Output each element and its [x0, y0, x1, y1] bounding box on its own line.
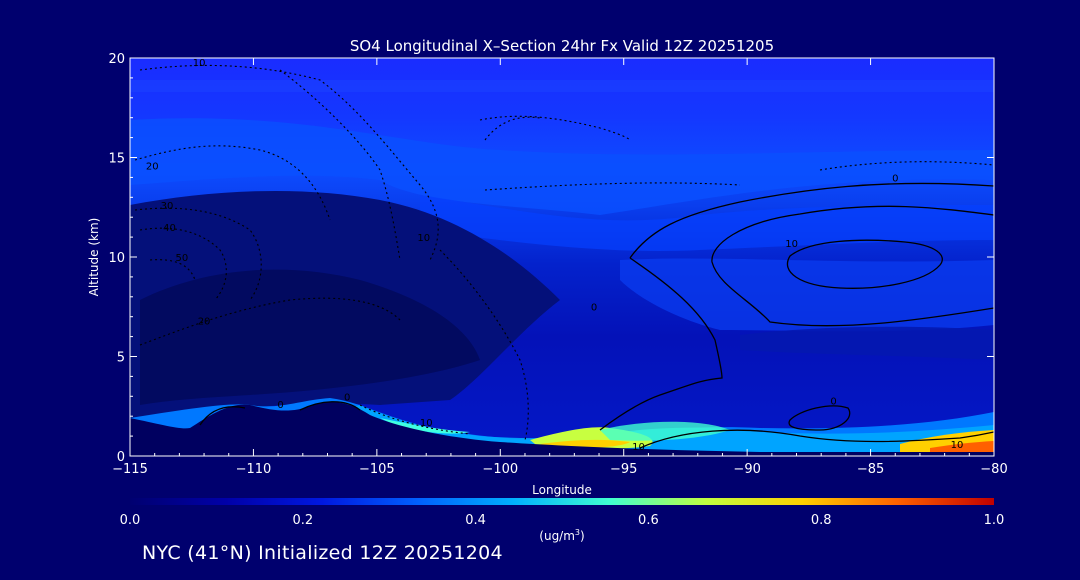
x-axis-label: Longitude — [532, 483, 592, 497]
contour-label: 30 — [161, 201, 174, 212]
y-tick-label: 5 — [117, 351, 125, 366]
y-tick-label: 15 — [108, 152, 125, 167]
colorbar-tick-label: 0.4 — [465, 513, 486, 528]
chart-svg: 1020304050201000100010010 10 SO4 Longitud… — [87, 37, 1008, 543]
colorbar-gradient — [130, 498, 994, 505]
colorbar-unit-close: ) — [580, 529, 585, 543]
contour-label: 10 — [632, 442, 645, 453]
contour-label: 0 — [830, 396, 836, 407]
chart-figure: 10 20 30 40 50 20 10 0 0 10 0 0 10 0 10 10 SO4 Longitud… — [0, 0, 1080, 576]
contour-label: 0 — [591, 303, 597, 314]
contour-label: 0 — [344, 392, 350, 403]
contour-label: 10 — [785, 239, 798, 250]
colorbar-ticks: 0.0 0.2 0.4 0.6 0.8 1.0 — [120, 513, 1005, 528]
contour-label: 10 — [417, 233, 430, 244]
contour-label: 20 — [198, 317, 211, 328]
colorbar-tick-label: 0.8 — [811, 513, 832, 528]
colorbar-tick-label: 0.6 — [638, 513, 659, 528]
x-tick-label: −90 — [733, 462, 760, 477]
contour-label: 10 — [420, 418, 433, 429]
y-tick-label: 0 — [117, 450, 125, 465]
upper-band-field — [130, 80, 994, 92]
y-axis-label: Altitude (km) — [87, 218, 101, 297]
contour-label: 10 — [951, 440, 964, 451]
x-tick-label: −100 — [482, 462, 518, 477]
colorbar-tick-label: 1.0 — [984, 513, 1005, 528]
y-tick-label: 10 — [108, 251, 125, 266]
initialization-footer: NYC (41°N) Initialized 12Z 20251204 — [142, 542, 503, 564]
colorbar-tick-label: 0.2 — [292, 513, 313, 528]
colorbar-tick-label: 0.0 — [120, 513, 141, 528]
x-tick-label: −85 — [857, 462, 884, 477]
contour-label: 0 — [277, 400, 283, 411]
x-tick-label: −80 — [980, 462, 1007, 477]
contour-label: 10 — [193, 58, 206, 69]
colorbar: 0.0 0.2 0.4 0.6 0.8 1.0 (ug/m3) — [120, 498, 1005, 543]
x-tick-label: −110 — [236, 462, 272, 477]
colorbar-unit-text: (ug/m — [539, 529, 575, 543]
x-tick-label: −105 — [359, 462, 395, 477]
y-tick-label: 20 — [108, 52, 125, 67]
contour-label: 20 — [146, 161, 159, 172]
heatmap-plot-area: 10 20 30 40 50 20 10 0 0 10 0 0 10 0 10 10 — [130, 58, 994, 456]
chart-title: SO4 Longitudinal X–Section 24hr Fx Valid… — [350, 37, 774, 55]
contour-label: 50 — [175, 253, 188, 264]
contour-label: 0 — [892, 173, 898, 184]
colorbar-unit-label: (ug/m3) — [539, 528, 584, 543]
contour-label: 40 — [163, 223, 176, 234]
x-tick-label: −95 — [610, 462, 637, 477]
